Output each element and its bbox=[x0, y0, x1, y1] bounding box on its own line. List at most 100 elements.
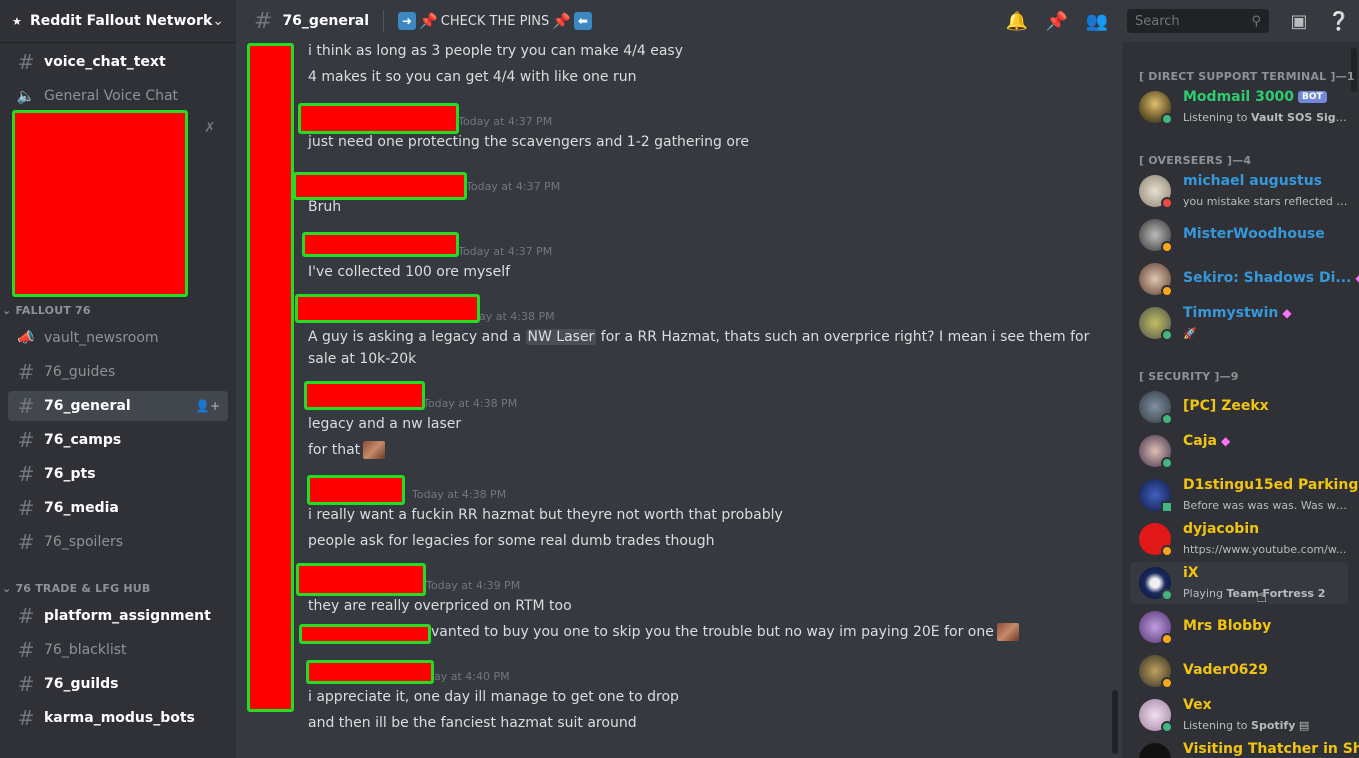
redacted-username[interactable] bbox=[307, 475, 405, 505]
redacted-username[interactable] bbox=[302, 232, 459, 257]
channel-76-general[interactable]: # 76_general 👤+ bbox=[8, 391, 228, 421]
member-name: Caja ◆ bbox=[1183, 433, 1230, 449]
message-line: sale at 10k-20k bbox=[308, 351, 417, 367]
redacted-mention[interactable] bbox=[299, 624, 431, 644]
activity-prefix: Listening to bbox=[1183, 719, 1248, 732]
inbox-icon[interactable]: ▣ bbox=[1287, 11, 1311, 32]
message-line: for that bbox=[308, 439, 386, 461]
member-name: Timmystwin ◆ bbox=[1183, 305, 1292, 321]
redacted-username[interactable] bbox=[295, 294, 480, 323]
redacted-voice-users bbox=[12, 110, 188, 297]
channel-76-media[interactable]: # 76_media bbox=[8, 493, 228, 523]
category-label: 76 TRADE & LFG HUB bbox=[15, 582, 151, 595]
bell-icon[interactable]: 🔔 bbox=[1005, 11, 1029, 32]
hash-icon: # bbox=[17, 462, 35, 486]
mouse-pointer-icon: ☝ bbox=[1256, 586, 1267, 607]
channel-karma-modus-bots[interactable]: # karma_modus_bots bbox=[8, 703, 228, 733]
member-ix[interactable]: iX Playing Team Fortress 2 bbox=[1130, 562, 1348, 604]
channel-label: 76_blacklist bbox=[44, 642, 127, 658]
message-line: they are really overpriced on RTM too bbox=[308, 598, 572, 614]
member-name-text: Caja bbox=[1183, 433, 1217, 449]
member-activity: you mistake stars reflected in ... bbox=[1183, 195, 1348, 208]
member-vader0629[interactable]: Vader0629 bbox=[1130, 650, 1348, 692]
arrow-right-emoji-icon: ➜ bbox=[398, 12, 417, 30]
member-mrs-blobby[interactable]: Mrs Blobby bbox=[1130, 606, 1348, 648]
member-activity: Listening to Spotify ▤ bbox=[1183, 719, 1309, 732]
member-dyjacobin[interactable]: dyjacobin https://www.youtube.com/w... bbox=[1130, 518, 1348, 560]
channel-label: 76_media bbox=[44, 500, 119, 516]
channel-general-voice-chat[interactable]: 🔈 General Voice Chat bbox=[8, 81, 228, 111]
server-header[interactable]: ★ Reddit Fallout Network ⌄ bbox=[0, 0, 236, 42]
hash-icon: # bbox=[17, 604, 35, 628]
channel-label: General Voice Chat bbox=[44, 88, 179, 104]
custom-status-emoji-icon: 🚀 bbox=[1183, 327, 1197, 340]
message-scrollbar[interactable] bbox=[1112, 690, 1118, 754]
channel-vault-newsroom[interactable]: 📣 vault_newsroom bbox=[8, 323, 228, 353]
members-icon[interactable]: 👥 bbox=[1085, 11, 1109, 32]
member-name-text: Modmail 3000 bbox=[1183, 89, 1295, 105]
channel-76-spoilers[interactable]: # 76_spoilers bbox=[8, 527, 228, 557]
channel-label: 76_spoilers bbox=[44, 534, 124, 550]
member-name: dyjacobin bbox=[1183, 521, 1260, 537]
pushpin-emoji-icon: 📌 bbox=[419, 12, 438, 30]
category-label: FALLOUT 76 bbox=[15, 304, 91, 317]
member-pc-zeekx[interactable]: [PC] Zeekx bbox=[1130, 386, 1348, 428]
channel-label: vault_newsroom bbox=[44, 330, 159, 346]
message-line: Bruh bbox=[308, 199, 342, 215]
member-timmystwin[interactable]: Timmystwin ◆ 🚀 bbox=[1130, 302, 1348, 344]
member-d1stingu15ed-parking[interactable]: D1stingu15ed Parking Before was was was.… bbox=[1130, 474, 1358, 516]
message-timestamp: Today at 4:38 PM bbox=[423, 397, 518, 410]
member-vex[interactable]: Vex Listening to Spotify ▤ bbox=[1130, 694, 1348, 736]
redacted-username[interactable] bbox=[298, 103, 459, 134]
member-michael-augustus[interactable]: michael augustus you mistake stars refle… bbox=[1130, 170, 1348, 212]
search-input[interactable]: Search ⚲ bbox=[1127, 9, 1269, 33]
status-online-icon bbox=[1161, 457, 1173, 469]
add-member-icon[interactable]: 👤+ bbox=[195, 399, 220, 413]
redacted-username[interactable] bbox=[296, 563, 426, 596]
hash-icon: # bbox=[17, 638, 35, 662]
channel-label: voice_chat_text bbox=[44, 54, 166, 70]
channel-label: 76_general bbox=[44, 398, 131, 414]
activity-detail: Spotify bbox=[1251, 719, 1296, 732]
help-icon[interactable]: ❔ bbox=[1327, 11, 1351, 32]
redacted-username[interactable] bbox=[304, 381, 425, 410]
message-text: for that bbox=[308, 442, 361, 458]
channel-topic[interactable]: ➜ 📌 CHECK THE PINS 📌 ⬅ bbox=[398, 12, 592, 30]
bot-badge: BOT bbox=[1298, 91, 1327, 103]
channel-76-camps[interactable]: # 76_camps bbox=[8, 425, 228, 455]
activity-prefix: Listening to bbox=[1183, 111, 1248, 124]
member-sekiro[interactable]: Sekiro: Shadows Di...◆ bbox=[1130, 258, 1359, 300]
channel-76-pts[interactable]: # 76_pts bbox=[8, 459, 228, 489]
channel-76-guides[interactable]: # 76_guides bbox=[8, 357, 228, 387]
message-line: and then ill be the fanciest hazmat suit… bbox=[308, 715, 637, 731]
member-modmail-3000[interactable]: Modmail 3000 BOT Listening to Vault SOS S… bbox=[1130, 86, 1348, 128]
member-name: Sekiro: Shadows Di...◆ bbox=[1183, 270, 1359, 286]
channel-platform-assignment[interactable]: # platform_assignment bbox=[8, 601, 228, 631]
server-logo-icon: ★ bbox=[12, 14, 22, 28]
pin-icon[interactable]: 📌 bbox=[1045, 11, 1069, 32]
hash-icon: # bbox=[17, 428, 35, 452]
channel-76-blacklist[interactable]: # 76_blacklist bbox=[8, 635, 228, 665]
activity-prefix: Playing bbox=[1183, 587, 1223, 600]
chevron-down-icon[interactable]: ⌄ bbox=[212, 13, 224, 29]
member-caja[interactable]: Caja ◆ bbox=[1130, 430, 1348, 472]
channel-label: 76_pts bbox=[44, 466, 96, 482]
hash-icon: # bbox=[17, 496, 35, 520]
message-list[interactable]: i think as long as 3 people try you can … bbox=[236, 42, 1122, 758]
member-name-text: Sekiro: Shadows Di... bbox=[1183, 270, 1352, 286]
category-fallout-76[interactable]: ⌄ FALLOUT 76 bbox=[2, 304, 91, 317]
spotify-icon: ▤ bbox=[1298, 719, 1310, 732]
channel-76-guilds[interactable]: # 76_guilds bbox=[8, 669, 228, 699]
member-misterwoodhouse[interactable]: MisterWoodhouse bbox=[1130, 214, 1348, 256]
hash-icon: # bbox=[17, 50, 35, 74]
activity-detail: Vault SOS Signals bbox=[1251, 111, 1348, 124]
pushpin-emoji-icon: 📌 bbox=[552, 12, 571, 30]
member-visiting-thatcher[interactable]: Visiting Thatcher in Sh... bbox=[1130, 738, 1359, 758]
redacted-username[interactable] bbox=[306, 660, 434, 684]
channel-voice-chat-text[interactable]: # voice_chat_text bbox=[8, 47, 228, 77]
message-line: legacy and a nw laser bbox=[308, 416, 462, 432]
status-online-icon bbox=[1161, 413, 1173, 425]
category-76-trade-lfg-hub[interactable]: ⌄ 76 TRADE & LFG HUB bbox=[2, 582, 150, 595]
status-idle-icon bbox=[1161, 545, 1173, 557]
header-toolbar: 🔔 📌 👥 Search ⚲ ▣ ❔ bbox=[997, 0, 1359, 42]
